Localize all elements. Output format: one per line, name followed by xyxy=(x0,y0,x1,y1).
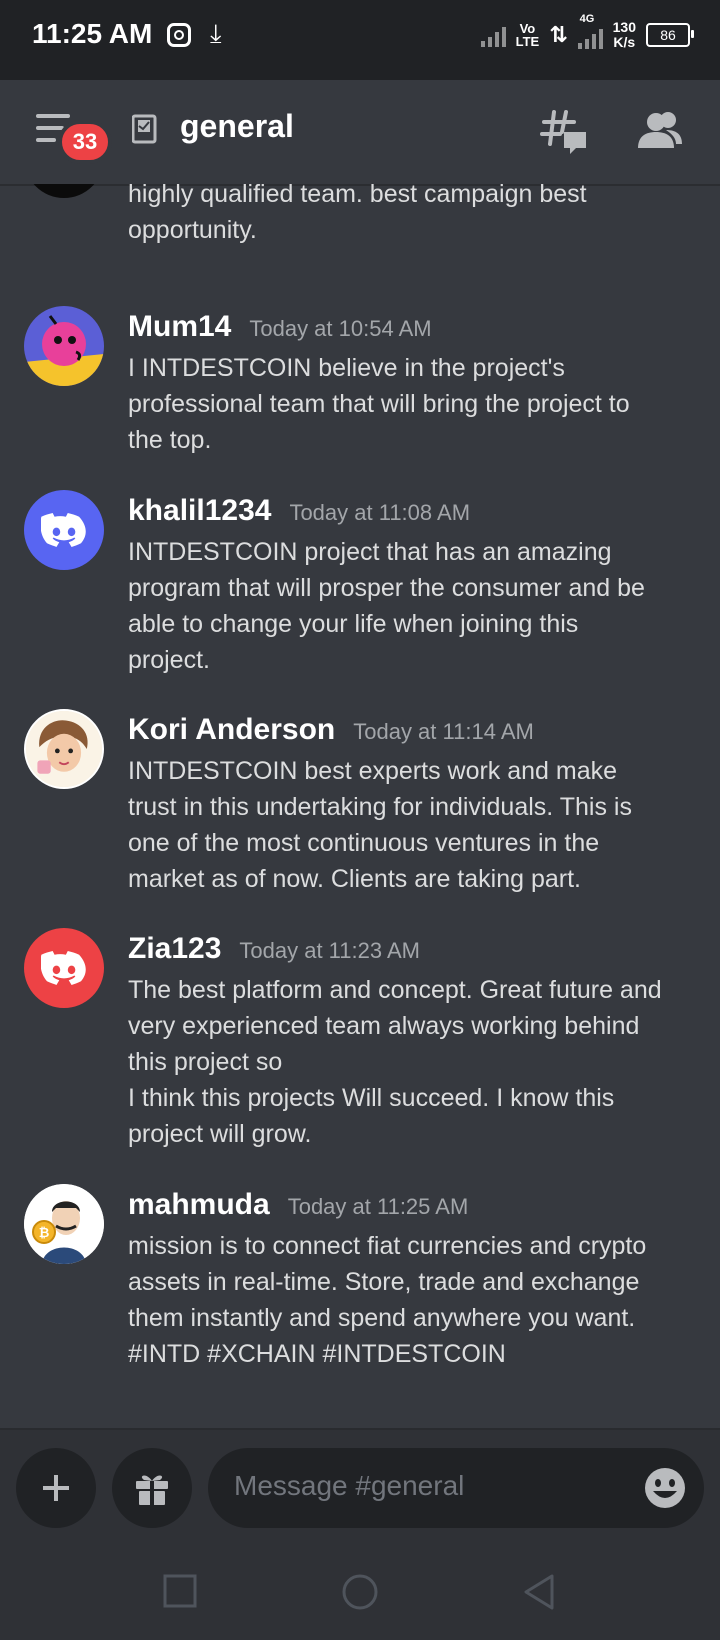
discord-logo-icon xyxy=(41,513,86,547)
timestamp: Today at 11:08 AM xyxy=(289,500,471,525)
timestamp: Today at 11:25 AM xyxy=(287,1194,469,1219)
avatar-image xyxy=(24,315,104,386)
message-header: Kori Anderson Today at 11:14 AM xyxy=(128,713,534,747)
gift-icon xyxy=(136,1475,168,1505)
channel-title: general xyxy=(180,108,294,144)
emoji-icon[interactable] xyxy=(644,1467,686,1509)
discord-logo-icon xyxy=(41,951,86,985)
signal-icon xyxy=(480,23,506,47)
username[interactable]: mahmuda xyxy=(128,1188,270,1222)
notification-badge: 33 xyxy=(58,120,112,164)
message-text: INTDESTCOIN best experts work and make t… xyxy=(128,757,632,893)
message-text: I INTDESTCOIN believe in the project's p… xyxy=(128,354,630,454)
message-header: khalil1234 Today at 11:08 AM xyxy=(128,494,470,528)
avatar-image: ₿ xyxy=(24,1184,104,1264)
message-header: Mum14 Today at 10:54 AM xyxy=(128,310,432,344)
members-icon[interactable] xyxy=(636,108,684,156)
avatar[interactable] xyxy=(24,184,104,198)
message-header: mahmuda Today at 11:25 AM xyxy=(128,1188,468,1222)
status-bar: 11:25 AM ⤓ Vo LTE ⇅ 4G 130 K/s 86 xyxy=(0,0,720,80)
download-icon: ⤓ xyxy=(210,18,222,48)
timestamp: Today at 10:54 AM xyxy=(249,316,432,341)
message-header: Zia123 Today at 11:23 AM xyxy=(128,932,420,966)
svg-text:₿: ₿ xyxy=(39,1226,50,1241)
username[interactable]: Zia123 xyxy=(128,932,221,966)
signal-4g: 4G xyxy=(577,13,603,49)
volte-indicator: Vo LTE xyxy=(515,21,540,49)
threads-icon[interactable] xyxy=(540,108,588,156)
message-list[interactable]: This project supported by experienced an… xyxy=(0,184,720,1428)
battery-icon: 86 xyxy=(646,23,694,47)
home-icon[interactable] xyxy=(342,1574,378,1610)
avatar[interactable] xyxy=(24,490,104,570)
username[interactable]: khalil1234 xyxy=(128,494,271,528)
username[interactable]: Mum14 xyxy=(128,310,231,344)
text-channel-icon xyxy=(132,114,157,144)
instagram-icon xyxy=(167,23,191,47)
message-composer: Message #general xyxy=(0,1428,720,1546)
avatar-image xyxy=(26,711,102,787)
message-input[interactable]: Message #general xyxy=(208,1448,704,1528)
status-time: 11:25 AM xyxy=(32,18,153,49)
username[interactable]: Kori Anderson xyxy=(128,713,335,747)
message-text: This project supported by experienced an… xyxy=(128,184,587,244)
recents-icon[interactable] xyxy=(163,1574,197,1608)
gift-button[interactable] xyxy=(112,1448,192,1528)
add-attachment-button[interactable] xyxy=(16,1448,96,1528)
status-indicators: Vo LTE ⇅ 4G 130 K/s 86 xyxy=(480,13,694,50)
message-text: The best platform and concept. Great fut… xyxy=(128,976,662,1148)
avatar[interactable] xyxy=(24,709,104,789)
timestamp: Today at 11:23 AM xyxy=(239,938,421,963)
back-icon[interactable] xyxy=(522,1574,556,1610)
data-transfer-icon: ⇅ xyxy=(549,22,568,47)
message-text: mission is to connect fiat currencies an… xyxy=(128,1232,647,1368)
avatar[interactable] xyxy=(24,928,104,1008)
avatar[interactable] xyxy=(24,306,104,386)
system-nav-bar xyxy=(0,1544,720,1640)
channel-header: 33 general xyxy=(0,80,720,186)
avatar[interactable]: ₿ xyxy=(24,1184,104,1264)
plus-icon xyxy=(43,1475,69,1501)
message-text: INTDESTCOIN project that has an amazing … xyxy=(128,538,645,674)
message-input-placeholder: Message #general xyxy=(234,1470,465,1501)
signal-icon-2 xyxy=(577,25,603,49)
network-speed: 130 K/s xyxy=(612,19,636,50)
timestamp: Today at 11:14 AM xyxy=(353,719,534,744)
